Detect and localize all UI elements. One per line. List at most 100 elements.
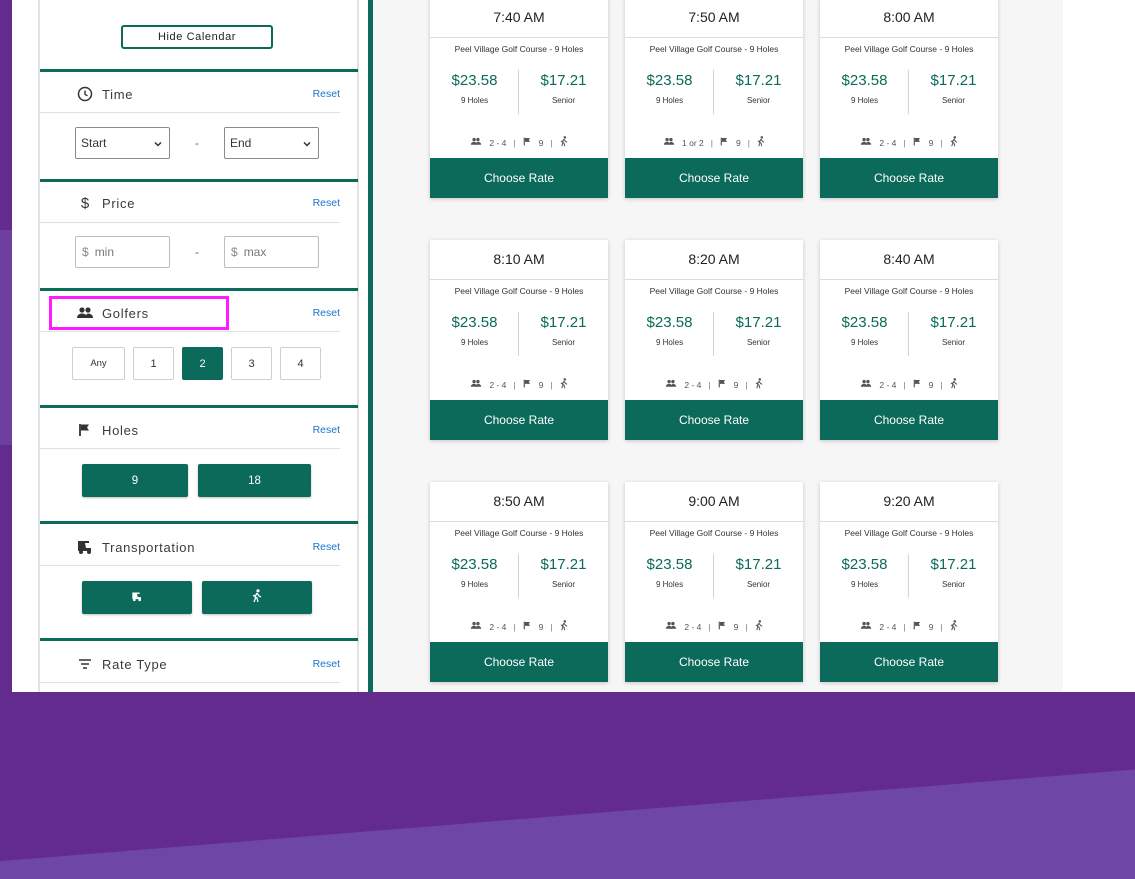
holes-reset-link[interactable]: Reset [313,424,340,436]
hole-count: 9 [928,137,934,148]
course-name: Peel Village Golf Course - 9 Holes [844,44,974,54]
time-reset-link[interactable]: Reset [313,88,340,100]
meta-separator: | [940,137,943,148]
people-icon [663,137,675,148]
tee-time-meta: 1 or 2 | 9 | [625,136,803,149]
filter-lines-icon [76,655,94,673]
rate-price-primary: $23.58 [451,72,498,89]
tee-time: 8:20 AM [688,251,740,267]
rate-label-primary: 9 Holes [460,580,489,589]
flag-icon [913,379,922,390]
flag-icon [76,421,94,439]
rate-type-section-header: Rate Type Reset [40,644,340,684]
rate-label-primary: 9 Holes [460,96,489,105]
choose-rate-button[interactable]: Choose Rate [625,158,803,198]
transportation-title: Transportation [102,539,196,555]
holes-option-18[interactable]: 18 [198,464,311,497]
golfers-option-2[interactable]: 2 [182,347,223,380]
walking-icon [755,378,763,391]
people-icon [860,621,872,632]
tee-time-meta: 2 - 4 | 9 | [430,378,608,391]
golfers-option-4[interactable]: 4 [280,347,321,380]
price-range-dash: - [195,245,199,259]
people-icon [470,621,482,632]
time-section-divider [40,69,358,72]
choose-rate-button[interactable]: Choose Rate [820,642,998,682]
golfers-section-divider [40,288,358,291]
choose-rate-button[interactable]: Choose Rate [625,642,803,682]
cart-icon [131,591,143,605]
price-reset-link[interactable]: Reset [313,197,340,209]
price-min-symbol: $ [82,245,89,259]
walking-icon [950,620,958,633]
price-title: Price [102,195,136,211]
price-section-divider [40,179,358,182]
rate-label-secondary: Senior [746,580,771,589]
holes-section-header: Holes Reset [40,410,340,450]
meta-separator: | [513,379,516,390]
dollar-icon: $ [80,194,90,212]
rate-label-secondary: Senior [746,96,771,105]
tee-time-rule [625,37,803,38]
choose-rate-button[interactable]: Choose Rate [820,158,998,198]
golfers-option-1[interactable]: 1 [133,347,174,380]
transportation-cart-button[interactable] [82,581,192,614]
rate-price-secondary: $17.21 [735,72,782,89]
choose-rate-button[interactable]: Choose Rate [430,158,608,198]
walking-icon [560,136,568,149]
transportation-walk-button[interactable] [202,581,312,614]
time-sub-rule [40,112,340,113]
price-min-input[interactable]: $ min [75,236,170,268]
walking-icon [560,620,568,633]
golfers-option-3[interactable]: 3 [231,347,272,380]
rate-divider [518,312,519,356]
tee-time: 8:00 AM [883,9,935,25]
meta-separator: | [903,621,906,632]
course-name: Peel Village Golf Course - 9 Holes [649,286,779,296]
holes-option-9[interactable]: 9 [82,464,188,497]
rate-price-primary: $23.58 [646,556,693,573]
rate-divider [518,70,519,114]
tee-time-meta: 2 - 4 | 9 | [430,620,608,633]
rate-label-primary: 9 Holes [460,338,489,347]
filter-sidebar: Hide Calendar Time Reset Start - End $ P… [12,0,368,692]
rate-label-secondary: Senior [551,96,576,105]
clock-icon [76,85,94,103]
rate-divider [713,554,714,598]
course-name: Peel Village Golf Course - 9 Holes [844,286,974,296]
time-start-select[interactable]: Start [75,127,170,159]
meta-separator: | [747,137,750,148]
golfers-reset-link[interactable]: Reset [313,307,340,319]
golfers-option-any[interactable]: Any [72,347,125,380]
rate-price-secondary: $17.21 [540,556,587,573]
player-count: 2 - 4 [684,621,702,632]
rate-price-secondary: $17.21 [930,314,977,331]
price-max-input[interactable]: $ max [224,236,319,268]
tee-time-rule [430,521,608,522]
choose-rate-button[interactable]: Choose Rate [625,400,803,440]
meta-separator: | [903,137,906,148]
walking-icon [252,589,262,606]
people-icon [665,621,677,632]
transportation-reset-link[interactable]: Reset [313,541,340,553]
chevron-down-icon [302,138,312,152]
rate-label-primary: 9 Holes [850,96,879,105]
choose-rate-button[interactable]: Choose Rate [430,400,608,440]
rate-type-section-divider [40,638,358,641]
time-end-select[interactable]: End [224,127,319,159]
transportation-sub-rule [40,565,340,566]
tee-time: 9:20 AM [883,493,935,509]
rate-type-reset-link[interactable]: Reset [313,658,340,670]
tee-time-rule [625,521,803,522]
rate-price-primary: $23.58 [451,314,498,331]
hide-calendar-button[interactable]: Hide Calendar [121,25,273,49]
choose-rate-button[interactable]: Choose Rate [820,400,998,440]
golfers-highlight-box [49,296,229,330]
choose-rate-button[interactable]: Choose Rate [430,642,608,682]
tee-time-card: 8:20 AM Peel Village Golf Course - 9 Hol… [625,240,803,440]
rate-label-secondary: Senior [941,338,966,347]
rate-price-primary: $23.58 [841,556,888,573]
background-wedge [0,769,1135,879]
flag-icon [718,621,727,632]
rate-price-secondary: $17.21 [735,314,782,331]
